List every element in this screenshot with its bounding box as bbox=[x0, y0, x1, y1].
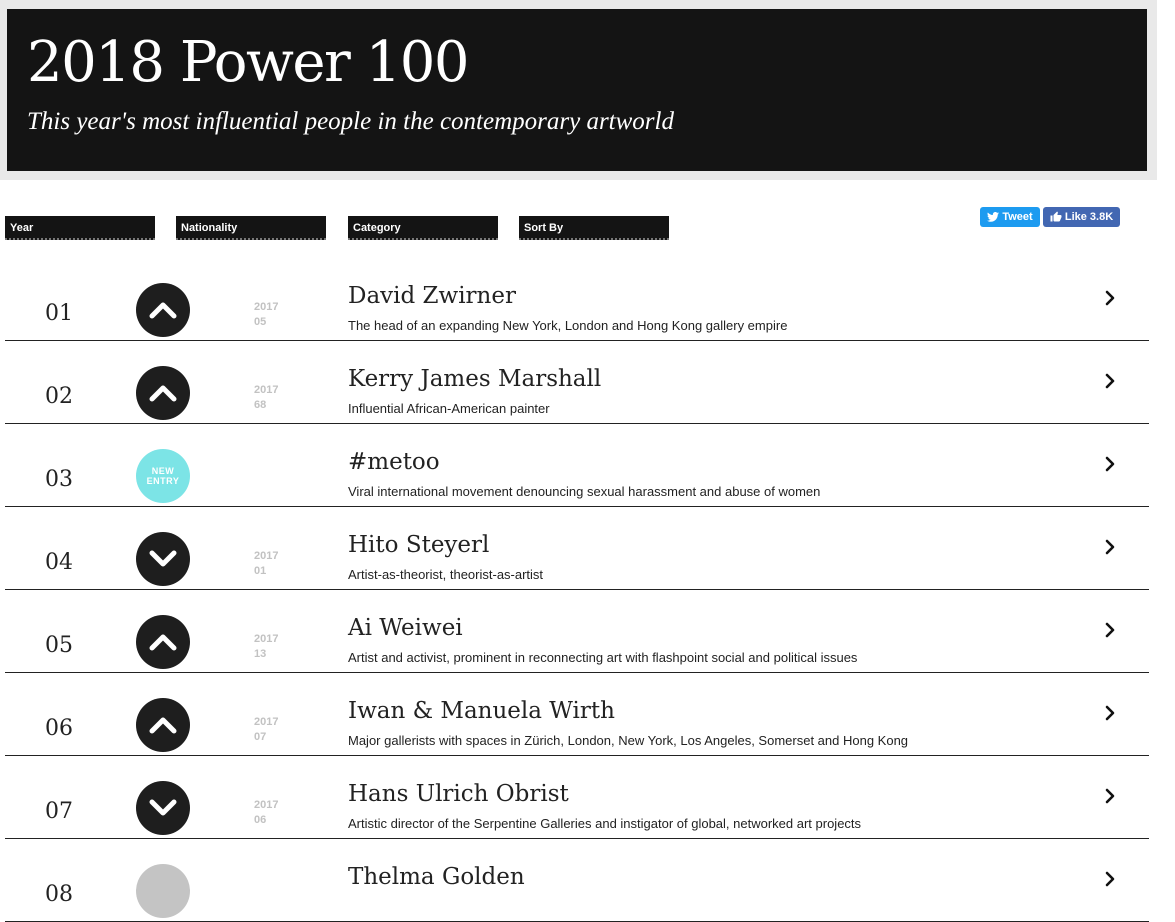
rank-movement-badge bbox=[136, 615, 190, 669]
entry-description: Artist and activist, prominent in reconn… bbox=[348, 650, 858, 665]
arrow-down-icon bbox=[149, 799, 177, 816]
previous-rank: 2017 05 bbox=[254, 300, 278, 330]
ranking-row[interactable]: 06 2017 07 Iwan & Manuela Wirth Major galler… bbox=[5, 672, 1149, 756]
arrow-down-icon bbox=[149, 550, 177, 567]
filter-nationality[interactable]: Nationality bbox=[176, 216, 326, 240]
previous-position: 01 bbox=[254, 565, 267, 577]
chevron-right-icon[interactable] bbox=[1102, 788, 1118, 804]
page-subtitle: This year's most influential people in t… bbox=[27, 108, 674, 135]
arrow-up-icon bbox=[149, 302, 177, 319]
entry-name[interactable]: #metoo bbox=[348, 449, 440, 475]
previous-year: 2017 bbox=[254, 716, 279, 728]
ranking-row[interactable]: 02 2017 68 Kerry James Marshall Influential … bbox=[5, 340, 1149, 424]
chevron-right-icon[interactable] bbox=[1102, 705, 1118, 721]
rank-movement-badge bbox=[136, 532, 190, 586]
entry-name[interactable]: Kerry James Marshall bbox=[348, 366, 601, 392]
chevron-right-icon[interactable] bbox=[1102, 622, 1118, 638]
ranking-row[interactable]: 07 2017 06 Hans Ulrich Obrist Artistic direc… bbox=[5, 755, 1149, 839]
ranking-row[interactable]: 05 2017 13 Ai Weiwei Artist and activist, pr… bbox=[5, 589, 1149, 673]
rank-number: 01 bbox=[45, 301, 73, 326]
rank-movement-badge bbox=[136, 283, 190, 337]
previous-rank: 2017 13 bbox=[254, 632, 278, 662]
entry-name[interactable]: Hito Steyerl bbox=[348, 532, 489, 558]
entry-name[interactable]: Ai Weiwei bbox=[348, 615, 463, 641]
entry-description: The head of an expanding New York, Londo… bbox=[348, 318, 788, 333]
rank-number: 03 bbox=[45, 467, 73, 492]
previous-position: 06 bbox=[254, 814, 267, 826]
entry-description: Viral international movement denouncing … bbox=[348, 484, 821, 499]
entry-name[interactable]: Hans Ulrich Obrist bbox=[348, 781, 569, 807]
entry-name[interactable]: Thelma Golden bbox=[348, 864, 525, 890]
facebook-like-button[interactable]: Like 3.8K bbox=[1043, 207, 1120, 227]
arrow-up-icon bbox=[149, 717, 177, 734]
previous-position: 13 bbox=[254, 648, 267, 660]
chevron-right-icon[interactable] bbox=[1102, 373, 1118, 389]
previous-rank: 2017 07 bbox=[254, 715, 278, 745]
previous-year: 2017 bbox=[254, 384, 279, 396]
entry-name[interactable]: Iwan & Manuela Wirth bbox=[348, 698, 615, 724]
previous-rank: 2017 68 bbox=[254, 383, 278, 413]
previous-rank: 2017 06 bbox=[254, 798, 278, 828]
chevron-right-icon[interactable] bbox=[1102, 290, 1118, 306]
page-title: 2018 Power 100 bbox=[27, 30, 469, 95]
previous-year: 2017 bbox=[254, 799, 279, 811]
entry-name[interactable]: David Zwirner bbox=[348, 283, 516, 309]
rank-movement-badge bbox=[136, 864, 190, 918]
rank-number: 07 bbox=[45, 799, 73, 824]
rank-number: 04 bbox=[45, 550, 73, 575]
chevron-right-icon[interactable] bbox=[1102, 539, 1118, 555]
previous-position: 07 bbox=[254, 731, 267, 743]
ranking-row[interactable]: 08 Thelma Golden bbox=[5, 838, 1149, 922]
entry-description: Artist-as-theorist, theorist-as-artist bbox=[348, 567, 544, 582]
arrow-up-icon bbox=[149, 634, 177, 651]
hero-banner: 2018 Power 100 This year's most influent… bbox=[0, 0, 1157, 180]
filter-category[interactable]: Category bbox=[348, 216, 498, 240]
previous-year: 2017 bbox=[254, 301, 279, 313]
ranking-row[interactable]: 01 2017 05 David Zwirner The head of an expa… bbox=[5, 257, 1149, 341]
tweet-button[interactable]: Tweet bbox=[980, 207, 1040, 227]
filter-year[interactable]: Year bbox=[5, 216, 155, 240]
rank-number: 08 bbox=[45, 882, 73, 907]
filter-sort-by[interactable]: Sort By bbox=[519, 216, 669, 240]
ranking-row[interactable]: 03 NEW ENTRY #metoo Viral international move… bbox=[5, 423, 1149, 507]
new-entry-badge: NEW ENTRY bbox=[136, 449, 190, 503]
entry-description: Major gallerists with spaces in Zürich, … bbox=[348, 733, 909, 748]
thumbs-up-icon bbox=[1050, 211, 1062, 222]
entry-description: Artistic director of the Serpentine Gall… bbox=[348, 816, 862, 831]
previous-rank: 2017 01 bbox=[254, 549, 278, 579]
new-entry-label: ENTRY bbox=[146, 476, 180, 486]
previous-position: 05 bbox=[254, 316, 267, 328]
new-entry-label: NEW bbox=[151, 466, 175, 476]
chevron-right-icon[interactable] bbox=[1102, 456, 1118, 472]
twitter-bird-icon bbox=[987, 212, 1000, 222]
entry-description: Influential African-American painter bbox=[348, 401, 550, 416]
rank-movement-badge bbox=[136, 366, 190, 420]
rank-number: 06 bbox=[45, 716, 73, 741]
rank-number: 05 bbox=[45, 633, 73, 658]
hero-panel: 2018 Power 100 This year's most influent… bbox=[7, 9, 1147, 171]
chevron-right-icon[interactable] bbox=[1102, 871, 1118, 887]
previous-position: 68 bbox=[254, 399, 267, 411]
rank-movement-badge bbox=[136, 781, 190, 835]
ranking-row[interactable]: 04 2017 01 Hito Steyerl Artist-as-theorist, … bbox=[5, 506, 1149, 590]
previous-year: 2017 bbox=[254, 550, 279, 562]
previous-year: 2017 bbox=[254, 633, 279, 645]
tweet-label: Tweet bbox=[1002, 211, 1033, 223]
like-label: Like 3.8K bbox=[1064, 211, 1114, 223]
rank-movement-badge bbox=[136, 698, 190, 752]
rank-number: 02 bbox=[45, 384, 73, 409]
arrow-up-icon bbox=[149, 385, 177, 402]
